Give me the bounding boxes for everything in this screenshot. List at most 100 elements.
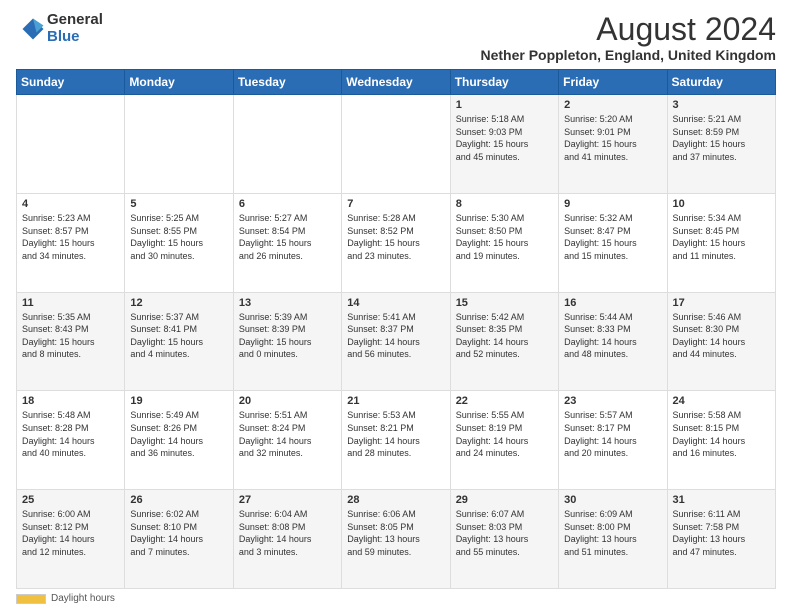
calendar-header-row: SundayMondayTuesdayWednesdayThursdayFrid… <box>17 70 776 95</box>
day-info: Sunrise: 5:48 AM Sunset: 8:28 PM Dayligh… <box>22 409 119 459</box>
day-info: Sunrise: 5:53 AM Sunset: 8:21 PM Dayligh… <box>347 409 444 459</box>
day-number: 26 <box>130 494 227 506</box>
day-number: 18 <box>22 395 119 407</box>
day-info: Sunrise: 5:32 AM Sunset: 8:47 PM Dayligh… <box>564 212 661 262</box>
calendar-header-wednesday: Wednesday <box>342 70 450 95</box>
calendar-day-cell: 5 Sunrise: 5:25 AM Sunset: 8:55 PM Daylig… <box>125 193 233 292</box>
title-block: August 2024 Nether Poppleton, England, U… <box>480 12 776 63</box>
calendar-day-cell: 19Sunrise: 5:49 AM Sunset: 8:26 PM Dayli… <box>125 391 233 490</box>
day-info: Sunrise: 5:20 AM Sunset: 9:01 PM Dayligh… <box>564 113 661 163</box>
calendar-day-cell: 10 Sunrise: 5:34 AM Sunset: 8:45 PM Dayli… <box>667 193 775 292</box>
calendar-day-cell: 16 Sunrise: 5:44 AM Sunset: 8:33 PM Dayli… <box>559 292 667 391</box>
day-info: Sunrise: 6:04 AM Sunset: 8:08 PM Dayligh… <box>239 508 336 558</box>
main-title: August 2024 <box>480 12 776 47</box>
logo-icon <box>19 15 47 43</box>
day-info: Sunrise: 6:00 AM Sunset: 8:12 PM Dayligh… <box>22 508 119 558</box>
calendar-day-cell: 27 Sunrise: 6:04 AM Sunset: 8:08 PM Dayli… <box>233 490 341 589</box>
day-number: 22 <box>456 395 553 407</box>
day-number: 7 <box>347 198 444 210</box>
calendar-day-cell: 14 Sunrise: 5:41 AM Sunset: 8:37 PM Dayli… <box>342 292 450 391</box>
day-info: Sunrise: 5:23 AM Sunset: 8:57 PM Dayligh… <box>22 212 119 262</box>
calendar-day-cell: 6Sunrise: 5:27 AM Sunset: 8:54 PM Daylig… <box>233 193 341 292</box>
calendar-day-cell: 7 Sunrise: 5:28 AM Sunset: 8:52 PM Daylig… <box>342 193 450 292</box>
page: General Blue August 2024 Nether Poppleto… <box>0 0 792 612</box>
day-number: 12 <box>130 297 227 309</box>
day-number: 27 <box>239 494 336 506</box>
day-info: Sunrise: 5:28 AM Sunset: 8:52 PM Dayligh… <box>347 212 444 262</box>
calendar-day-cell: 8 Sunrise: 5:30 AM Sunset: 8:50 PM Daylig… <box>450 193 558 292</box>
day-info: Sunrise: 5:35 AM Sunset: 8:43 PM Dayligh… <box>22 311 119 361</box>
day-number: 20 <box>239 395 336 407</box>
logo-blue-text: Blue <box>47 29 103 46</box>
calendar-week-row-5: 25 Sunrise: 6:00 AM Sunset: 8:12 PM Dayli… <box>17 490 776 589</box>
day-info: Sunrise: 5:30 AM Sunset: 8:50 PM Dayligh… <box>456 212 553 262</box>
calendar-day-cell <box>233 95 341 194</box>
day-number: 1 <box>456 99 553 111</box>
calendar-table: SundayMondayTuesdayWednesdayThursdayFrid… <box>16 69 776 589</box>
calendar-day-cell: 17Sunrise: 5:46 AM Sunset: 8:30 PM Dayli… <box>667 292 775 391</box>
day-number: 2 <box>564 99 661 111</box>
calendar-day-cell: 4Sunrise: 5:23 AM Sunset: 8:57 PM Daylig… <box>17 193 125 292</box>
calendar-header-monday: Monday <box>125 70 233 95</box>
day-number: 5 <box>130 198 227 210</box>
calendar-day-cell: 9 Sunrise: 5:32 AM Sunset: 8:47 PM Daylig… <box>559 193 667 292</box>
day-number: 16 <box>564 297 661 309</box>
calendar-day-cell: 24 Sunrise: 5:58 AM Sunset: 8:15 PM Dayli… <box>667 391 775 490</box>
calendar-day-cell: 25 Sunrise: 6:00 AM Sunset: 8:12 PM Dayli… <box>17 490 125 589</box>
day-info: Sunrise: 6:06 AM Sunset: 8:05 PM Dayligh… <box>347 508 444 558</box>
day-number: 28 <box>347 494 444 506</box>
day-info: Sunrise: 6:09 AM Sunset: 8:00 PM Dayligh… <box>564 508 661 558</box>
day-number: 9 <box>564 198 661 210</box>
calendar-day-cell: 13Sunrise: 5:39 AM Sunset: 8:39 PM Dayli… <box>233 292 341 391</box>
calendar-day-cell <box>342 95 450 194</box>
day-number: 21 <box>347 395 444 407</box>
legend-label: Daylight hours <box>51 593 115 604</box>
calendar-day-cell: 12Sunrise: 5:37 AM Sunset: 8:41 PM Dayli… <box>125 292 233 391</box>
calendar-day-cell: 28 Sunrise: 6:06 AM Sunset: 8:05 PM Dayli… <box>342 490 450 589</box>
logo: General Blue <box>16 12 103 45</box>
day-info: Sunrise: 5:27 AM Sunset: 8:54 PM Dayligh… <box>239 212 336 262</box>
day-number: 11 <box>22 297 119 309</box>
calendar-day-cell: 29Sunrise: 6:07 AM Sunset: 8:03 PM Dayli… <box>450 490 558 589</box>
day-number: 24 <box>673 395 770 407</box>
subtitle: Nether Poppleton, England, United Kingdo… <box>480 47 776 63</box>
calendar-day-cell: 21 Sunrise: 5:53 AM Sunset: 8:21 PM Dayli… <box>342 391 450 490</box>
calendar-day-cell: 31 Sunrise: 6:11 AM Sunset: 7:58 PM Dayli… <box>667 490 775 589</box>
day-info: Sunrise: 6:11 AM Sunset: 7:58 PM Dayligh… <box>673 508 770 558</box>
calendar-day-cell: 18 Sunrise: 5:48 AM Sunset: 8:28 PM Dayli… <box>17 391 125 490</box>
day-number: 14 <box>347 297 444 309</box>
day-info: Sunrise: 5:41 AM Sunset: 8:37 PM Dayligh… <box>347 311 444 361</box>
calendar-header-thursday: Thursday <box>450 70 558 95</box>
daylight-legend: Daylight hours <box>16 593 115 604</box>
calendar-week-row-1: 1 Sunrise: 5:18 AM Sunset: 9:03 PM Daylig… <box>17 95 776 194</box>
day-info: Sunrise: 5:58 AM Sunset: 8:15 PM Dayligh… <box>673 409 770 459</box>
day-info: Sunrise: 5:55 AM Sunset: 8:19 PM Dayligh… <box>456 409 553 459</box>
calendar-header-sunday: Sunday <box>17 70 125 95</box>
header: General Blue August 2024 Nether Poppleto… <box>16 12 776 63</box>
legend-bar <box>16 594 46 604</box>
day-number: 31 <box>673 494 770 506</box>
calendar-header-friday: Friday <box>559 70 667 95</box>
calendar-week-row-3: 11 Sunrise: 5:35 AM Sunset: 8:43 PM Dayli… <box>17 292 776 391</box>
day-info: Sunrise: 5:44 AM Sunset: 8:33 PM Dayligh… <box>564 311 661 361</box>
calendar-day-cell <box>125 95 233 194</box>
day-info: Sunrise: 5:34 AM Sunset: 8:45 PM Dayligh… <box>673 212 770 262</box>
calendar-week-row-4: 18 Sunrise: 5:48 AM Sunset: 8:28 PM Dayli… <box>17 391 776 490</box>
day-number: 29 <box>456 494 553 506</box>
day-info: Sunrise: 5:39 AM Sunset: 8:39 PM Dayligh… <box>239 311 336 361</box>
day-number: 19 <box>130 395 227 407</box>
calendar-day-cell: 22 Sunrise: 5:55 AM Sunset: 8:19 PM Dayli… <box>450 391 558 490</box>
calendar-day-cell: 1 Sunrise: 5:18 AM Sunset: 9:03 PM Daylig… <box>450 95 558 194</box>
calendar-header-tuesday: Tuesday <box>233 70 341 95</box>
day-number: 10 <box>673 198 770 210</box>
day-info: Sunrise: 5:18 AM Sunset: 9:03 PM Dayligh… <box>456 113 553 163</box>
day-info: Sunrise: 5:21 AM Sunset: 8:59 PM Dayligh… <box>673 113 770 163</box>
day-number: 8 <box>456 198 553 210</box>
calendar-header-saturday: Saturday <box>667 70 775 95</box>
calendar-day-cell: 26Sunrise: 6:02 AM Sunset: 8:10 PM Dayli… <box>125 490 233 589</box>
day-info: Sunrise: 5:25 AM Sunset: 8:55 PM Dayligh… <box>130 212 227 262</box>
day-number: 30 <box>564 494 661 506</box>
calendar-day-cell <box>17 95 125 194</box>
day-number: 25 <box>22 494 119 506</box>
day-info: Sunrise: 5:46 AM Sunset: 8:30 PM Dayligh… <box>673 311 770 361</box>
